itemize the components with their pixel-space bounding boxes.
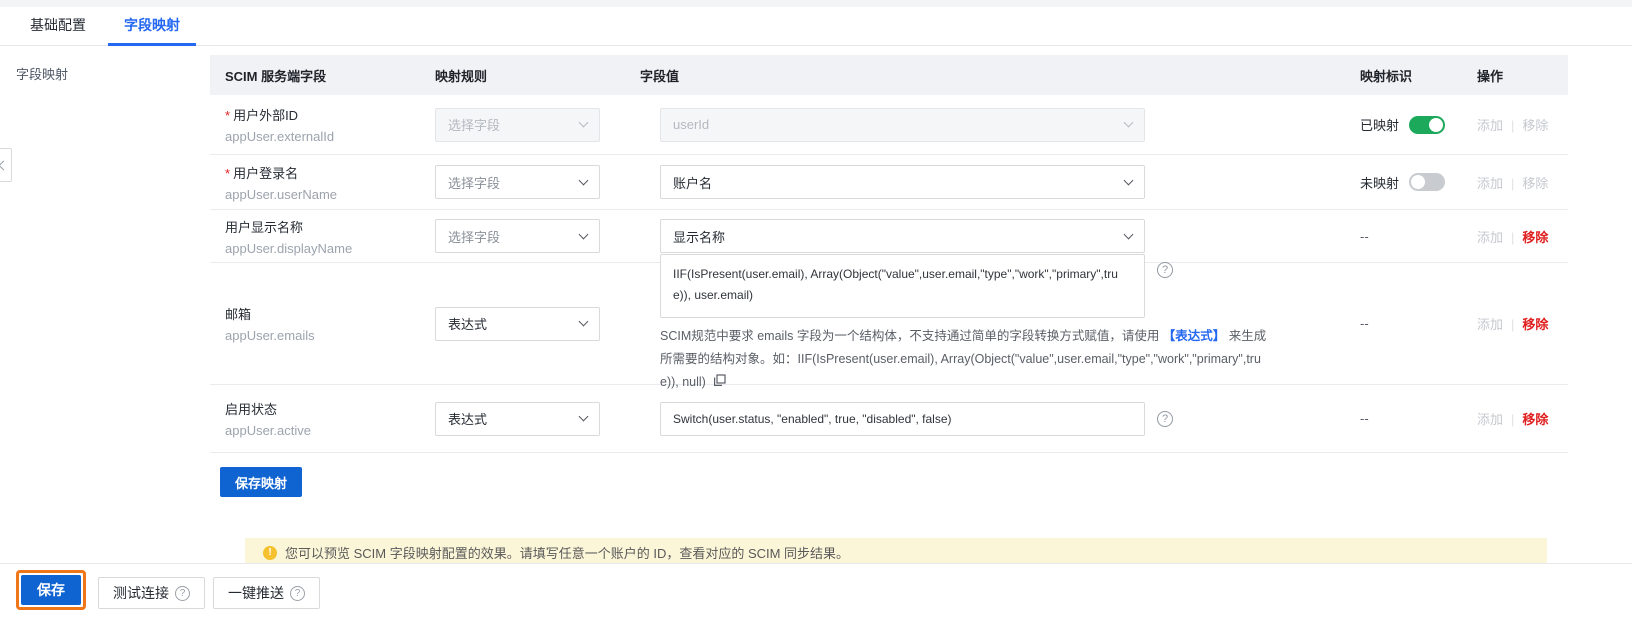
action-separator: | — [1511, 175, 1515, 191]
field-key: appUser.emails — [225, 328, 315, 343]
one-click-push-button[interactable]: 一键推送 ? — [213, 577, 320, 609]
panel-collapse-button[interactable] — [0, 148, 12, 182]
field-name: * 用户外部ID — [225, 108, 299, 123]
field-key: appUser.externalId — [225, 129, 335, 144]
help-icon[interactable]: ? — [1157, 261, 1173, 278]
help-icon: ? — [175, 585, 190, 601]
value-select[interactable]: 显示名称 — [660, 219, 1145, 253]
expression-link: 【表达式】 — [1162, 328, 1226, 343]
action-separator: | — [1511, 229, 1515, 245]
chevron-down-icon — [578, 175, 589, 185]
save-button-highlight: 保存 — [16, 570, 86, 610]
field-name: 启用状态 — [225, 402, 278, 417]
help-icon[interactable]: ? — [1157, 410, 1173, 427]
chevron-down-icon — [1123, 229, 1134, 239]
chevron-down-icon — [578, 411, 589, 422]
warning-icon: ! — [263, 546, 277, 560]
chevron-left-icon — [0, 160, 9, 170]
table-header-row: SCIM 服务端字段 映射规则 字段值 映射标识 操作 — [210, 55, 1568, 95]
chevron-down-icon — [578, 229, 589, 239]
mapping-toggle[interactable] — [1409, 115, 1446, 134]
save-button[interactable]: 保存 — [21, 575, 81, 605]
flag-label: 未映射 — [1360, 175, 1400, 191]
field-name: 用户显示名称 — [225, 219, 304, 235]
top-strip — [0, 0, 1632, 7]
toggle-knob — [1411, 175, 1426, 189]
add-link[interactable]: 添加 — [1477, 317, 1503, 332]
header-mapping-flag: 映射标识 — [1360, 68, 1413, 84]
mapping-toggle[interactable] — [1409, 173, 1446, 191]
footer-bar: 保存 测试连接 ? 一键推送 ? — [0, 563, 1632, 624]
rule-select[interactable]: 选择字段 — [435, 219, 600, 253]
action-separator: | — [1511, 317, 1515, 332]
save-mapping-button[interactable]: 保存映射 — [220, 467, 303, 497]
header-field-value: 字段值 — [640, 68, 680, 84]
help-icon: ? — [290, 585, 305, 601]
expression-input[interactable]: Switch(user.status, "enabled", true, "di… — [660, 401, 1145, 436]
chevron-down-icon — [1123, 117, 1134, 128]
field-key: appUser.active — [225, 423, 311, 438]
table-row: 启用状态 appUser.active 表达式 Switch(user.stat… — [210, 385, 1568, 453]
flag-label: -- — [1360, 316, 1369, 331]
flag-label: 已映射 — [1360, 118, 1400, 133]
chevron-down-icon — [578, 117, 589, 128]
field-key: appUser.userName — [225, 186, 337, 202]
tab-field-mapping[interactable]: 字段映射 — [108, 7, 196, 46]
chevron-down-icon — [1123, 175, 1134, 185]
header-actions: 操作 — [1477, 68, 1504, 84]
flag-label: -- — [1360, 228, 1369, 244]
add-link[interactable]: 添加 — [1477, 412, 1503, 427]
action-separator: | — [1511, 412, 1515, 427]
rule-select[interactable]: 选择字段 — [435, 107, 600, 142]
required-marker: * — [225, 108, 231, 123]
rule-select[interactable]: 选择字段 — [435, 165, 600, 199]
chevron-down-icon — [578, 316, 589, 327]
value-select[interactable]: userId — [660, 107, 1145, 142]
tab-bar: 基础配置 字段映射 — [0, 7, 1632, 46]
remove-link[interactable]: 移除 — [1522, 317, 1548, 332]
rule-select[interactable]: 表达式 — [435, 306, 600, 341]
rule-select[interactable]: 表达式 — [435, 401, 600, 436]
flag-label: -- — [1360, 411, 1369, 426]
test-connection-button[interactable]: 测试连接 ? — [98, 577, 205, 609]
table-row: 邮箱 appUser.emails 表达式 IIF(IsPresent(user… — [210, 253, 1568, 389]
field-name: * 用户登录名 — [225, 165, 299, 181]
table-row: * 用户外部ID appUser.externalId 选择字段 userId 已… — [210, 95, 1568, 155]
value-select[interactable]: 账户名 — [660, 165, 1145, 199]
field-name: 邮箱 — [225, 307, 252, 322]
expression-textarea[interactable]: IIF(IsPresent(user.email), Array(Object(… — [660, 253, 1145, 318]
remove-link[interactable]: 移除 — [1522, 176, 1548, 191]
field-key: appUser.displayName — [225, 240, 353, 256]
required-marker: * — [225, 165, 231, 181]
notice-text: 您可以预览 SCIM 字段映射配置的效果。请填写任意一个账户的 ID，查看对应的… — [285, 546, 850, 561]
copy-icon[interactable] — [713, 373, 726, 387]
header-scim-field: SCIM 服务端字段 — [225, 68, 327, 84]
emails-hint: SCIM规范中要求 emails 字段为一个结构体，不支持通过简单的字段转换方式… — [660, 328, 1267, 389]
action-separator: | — [1511, 118, 1515, 133]
toggle-knob — [1429, 117, 1444, 132]
remove-link[interactable]: 移除 — [1522, 412, 1548, 427]
mapping-table: SCIM 服务端字段 映射规则 字段值 映射标识 操作 * 用户外部ID appU… — [210, 55, 1568, 497]
header-mapping-rule: 映射规则 — [435, 68, 488, 84]
add-link[interactable]: 添加 — [1477, 118, 1503, 133]
tab-basic-config[interactable]: 基础配置 — [30, 7, 86, 46]
add-link[interactable]: 添加 — [1477, 176, 1503, 191]
remove-link[interactable]: 移除 — [1522, 230, 1548, 245]
table-row: * 用户登录名 appUser.userName 选择字段 账户名 未映射 添加 |… — [210, 155, 1568, 210]
section-label-field-mapping: 字段映射 — [16, 67, 69, 82]
remove-link[interactable]: 移除 — [1522, 118, 1548, 133]
add-link[interactable]: 添加 — [1477, 230, 1503, 245]
